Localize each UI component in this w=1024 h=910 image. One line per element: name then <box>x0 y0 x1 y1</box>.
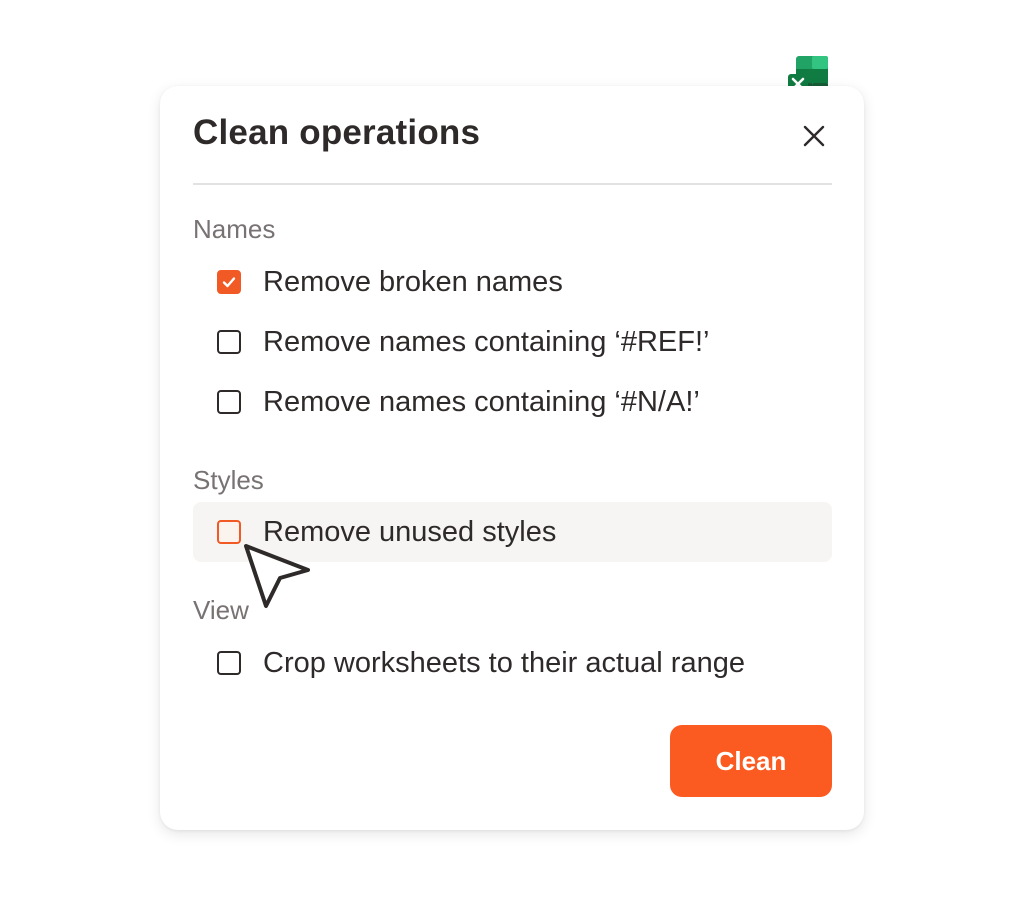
mouse-pointer-icon <box>244 544 310 608</box>
header-divider <box>193 183 832 185</box>
option-remove-names-ref[interactable]: Remove names containing ‘#REF!’ <box>193 312 832 372</box>
close-button[interactable] <box>796 118 832 154</box>
option-label: Remove names containing ‘#REF!’ <box>263 325 710 358</box>
clean-button[interactable]: Clean <box>670 725 832 797</box>
section-label-names: Names <box>193 214 276 244</box>
section-label-styles: Styles <box>193 465 264 495</box>
option-crop-worksheets[interactable]: Crop worksheets to their actual range <box>193 633 832 693</box>
checkmark-icon <box>222 277 236 288</box>
option-remove-broken-names[interactable]: Remove broken names <box>193 252 832 312</box>
checkbox-hovered[interactable] <box>217 520 241 544</box>
checkbox-unchecked[interactable] <box>217 651 241 675</box>
checkbox-unchecked[interactable] <box>217 390 241 414</box>
clean-operations-dialog: Clean operations Names Remove broken nam… <box>160 86 864 830</box>
option-remove-names-na[interactable]: Remove names containing ‘#N/A!’ <box>193 372 832 432</box>
close-icon <box>803 125 825 147</box>
option-label: Remove names containing ‘#N/A!’ <box>263 385 700 418</box>
option-label: Crop worksheets to their actual range <box>263 646 745 679</box>
checkbox-checked[interactable] <box>217 270 241 294</box>
dialog-title: Clean operations <box>193 113 481 152</box>
option-label: Remove broken names <box>263 265 563 298</box>
checkbox-unchecked[interactable] <box>217 330 241 354</box>
